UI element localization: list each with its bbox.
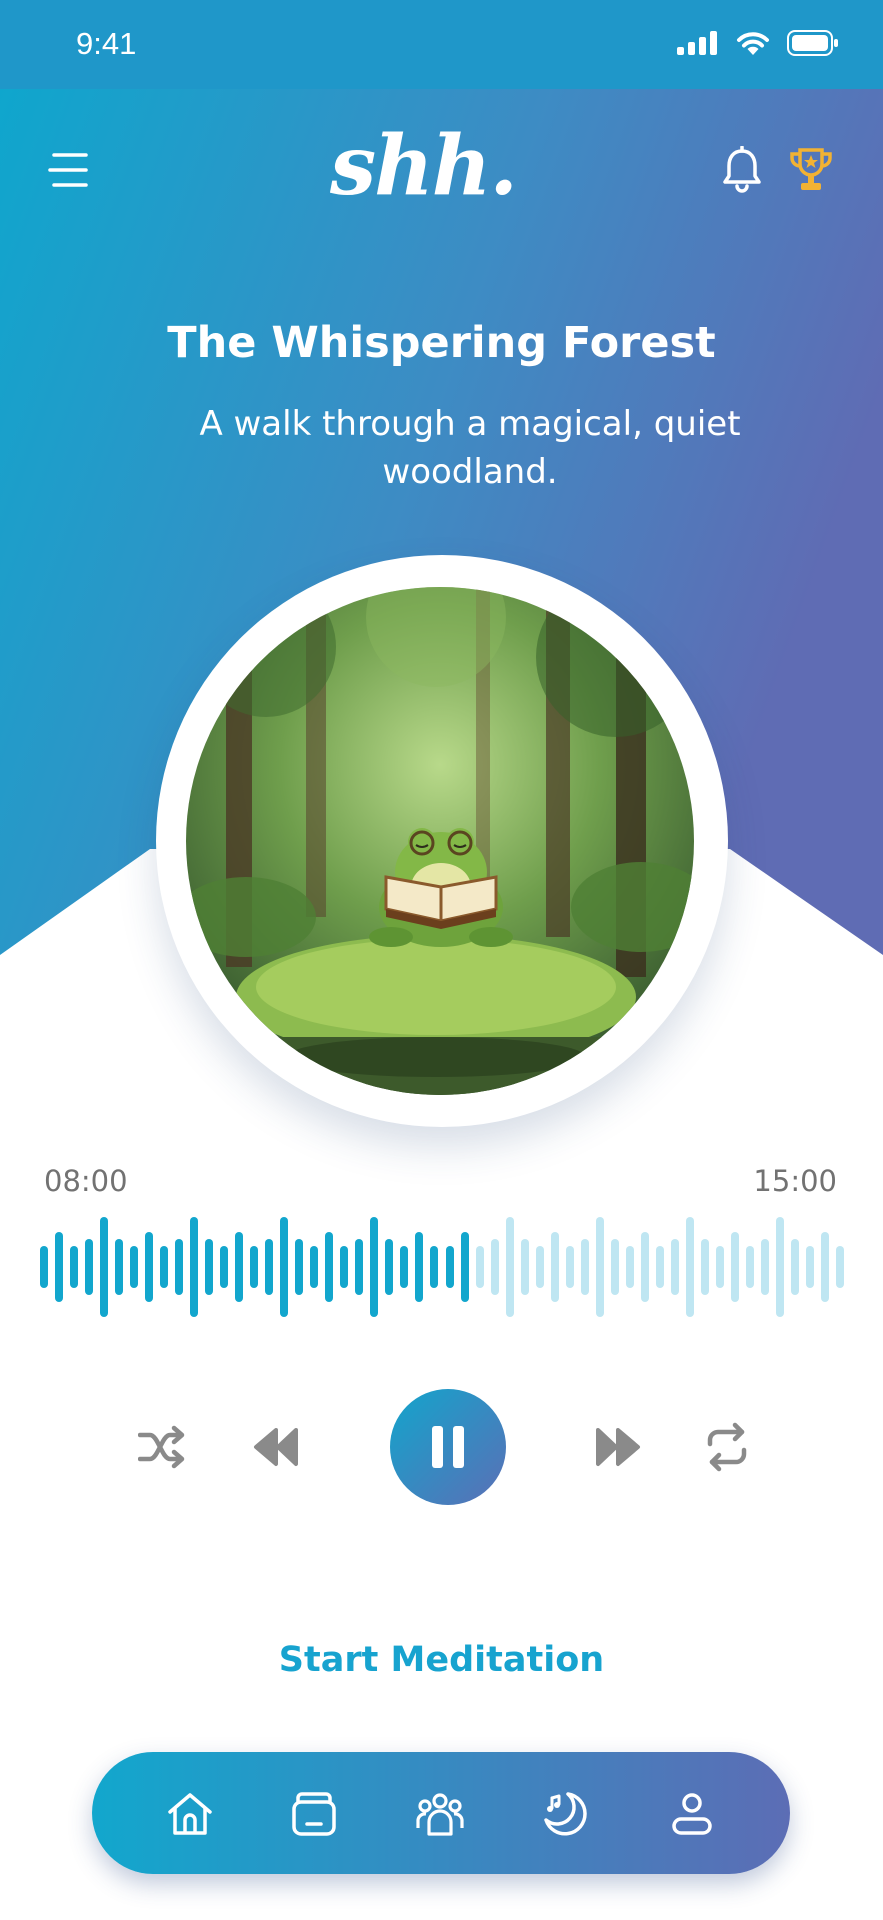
- waveform-bar: [340, 1246, 349, 1288]
- waveform-bar: [805, 1246, 814, 1288]
- waveform-scrubber[interactable]: [40, 1212, 844, 1322]
- notifications-button[interactable]: [720, 145, 764, 194]
- waveform-bar: [595, 1217, 604, 1317]
- pause-button[interactable]: [390, 1389, 506, 1505]
- hamburger-menu-icon: [48, 153, 88, 187]
- artwork-image: [186, 587, 694, 1095]
- tab-community[interactable]: [414, 1788, 466, 1840]
- waveform-bar: [385, 1239, 394, 1295]
- battery-icon: [787, 30, 838, 56]
- waveform-bar: [100, 1217, 109, 1317]
- bottom-tab-bar: [92, 1752, 790, 1874]
- wifi-icon: [737, 32, 769, 55]
- trophy-icon: [790, 148, 832, 190]
- pause-icon: [432, 1426, 464, 1468]
- waveform-bar: [535, 1246, 544, 1288]
- waveform-bar: [130, 1246, 139, 1288]
- waveform-bar: [145, 1232, 154, 1302]
- waveform-bar: [205, 1239, 214, 1295]
- waveform-bar: [640, 1232, 649, 1302]
- shuffle-icon: [137, 1425, 185, 1469]
- waveform-bar: [355, 1239, 364, 1295]
- waveform-bar: [115, 1239, 124, 1295]
- waveform-bar: [625, 1246, 634, 1288]
- community-icon: [416, 1793, 464, 1836]
- sleep-icon: [544, 1792, 587, 1836]
- app-logo: shh.: [330, 118, 518, 214]
- waveform-bar: [475, 1246, 484, 1288]
- waveform-bar: [250, 1246, 259, 1288]
- repeat-icon: [707, 1422, 747, 1472]
- waveform-bar: [310, 1246, 319, 1288]
- waveform-bar: [280, 1217, 289, 1317]
- track-title: The Whispering Forest: [167, 318, 716, 368]
- rewind-icon: [254, 1428, 298, 1466]
- waveform-bar: [685, 1217, 694, 1317]
- frog-forest-illustration: [186, 587, 694, 1095]
- achievements-button[interactable]: [788, 146, 834, 194]
- waveform-bar: [235, 1232, 244, 1302]
- waveform-bar: [400, 1246, 409, 1288]
- tab-home[interactable]: [164, 1788, 216, 1840]
- status-time: 9:41: [76, 26, 137, 61]
- waveform-bar: [836, 1246, 844, 1288]
- rewind-button[interactable]: [252, 1426, 300, 1472]
- waveform-bar: [700, 1239, 709, 1295]
- status-bar: 9:41: [0, 0, 883, 89]
- waveform-bar: [745, 1246, 754, 1288]
- waveform-bar: [70, 1246, 79, 1288]
- waveform-bar: [430, 1246, 439, 1288]
- waveform-bar: [655, 1246, 664, 1288]
- tab-sleep[interactable]: [538, 1788, 590, 1840]
- waveform-bar: [490, 1239, 499, 1295]
- waveform-bar: [610, 1239, 619, 1295]
- bell-icon: [723, 145, 761, 193]
- repeat-button[interactable]: [704, 1422, 750, 1476]
- waveform-bar: [415, 1232, 424, 1302]
- waveform-bar: [505, 1217, 514, 1317]
- signal-icon: [677, 31, 717, 55]
- status-icons: [677, 30, 839, 56]
- waveform-bar: [670, 1239, 679, 1295]
- waveform-bar: [715, 1246, 724, 1288]
- start-meditation-button[interactable]: Start Meditation: [0, 1640, 883, 1680]
- waveform-bar: [730, 1232, 739, 1302]
- menu-button[interactable]: [48, 150, 92, 190]
- waveform-bar: [220, 1246, 229, 1288]
- waveform-bar: [460, 1232, 469, 1302]
- total-duration: 15:00: [753, 1164, 837, 1198]
- waveform-bar: [265, 1239, 274, 1295]
- waveform-bar: [370, 1217, 379, 1317]
- waveform-bar: [520, 1239, 529, 1295]
- waveform-bar: [55, 1232, 64, 1302]
- waveform-bar: [790, 1239, 799, 1295]
- waveform-bar: [85, 1239, 94, 1295]
- waveform-bar: [760, 1239, 769, 1295]
- shuffle-button[interactable]: [137, 1424, 186, 1474]
- track-subtitle: A walk through a magical, quiet woodland…: [199, 404, 741, 492]
- tab-profile[interactable]: [666, 1788, 718, 1840]
- waveform-bar: [175, 1239, 184, 1295]
- waveform-bar: [295, 1239, 304, 1295]
- waveform-bar: [820, 1232, 829, 1302]
- fast-forward-icon: [596, 1428, 640, 1466]
- journal-icon: [292, 1792, 336, 1836]
- waveform-bar: [40, 1246, 48, 1288]
- waveform-bar: [445, 1246, 454, 1288]
- waveform-bar: [160, 1246, 169, 1288]
- waveform-bar: [565, 1246, 574, 1288]
- waveform-bar: [325, 1232, 334, 1302]
- waveform-bar: [550, 1232, 559, 1302]
- fast-forward-button[interactable]: [594, 1426, 642, 1472]
- waveform-bar: [775, 1217, 784, 1317]
- elapsed-time: 08:00: [44, 1164, 128, 1198]
- waveform-bar: [580, 1239, 589, 1295]
- tab-journal[interactable]: [288, 1788, 340, 1840]
- home-icon: [168, 1793, 212, 1835]
- waveform-bar: [190, 1217, 199, 1317]
- profile-icon: [672, 1793, 712, 1835]
